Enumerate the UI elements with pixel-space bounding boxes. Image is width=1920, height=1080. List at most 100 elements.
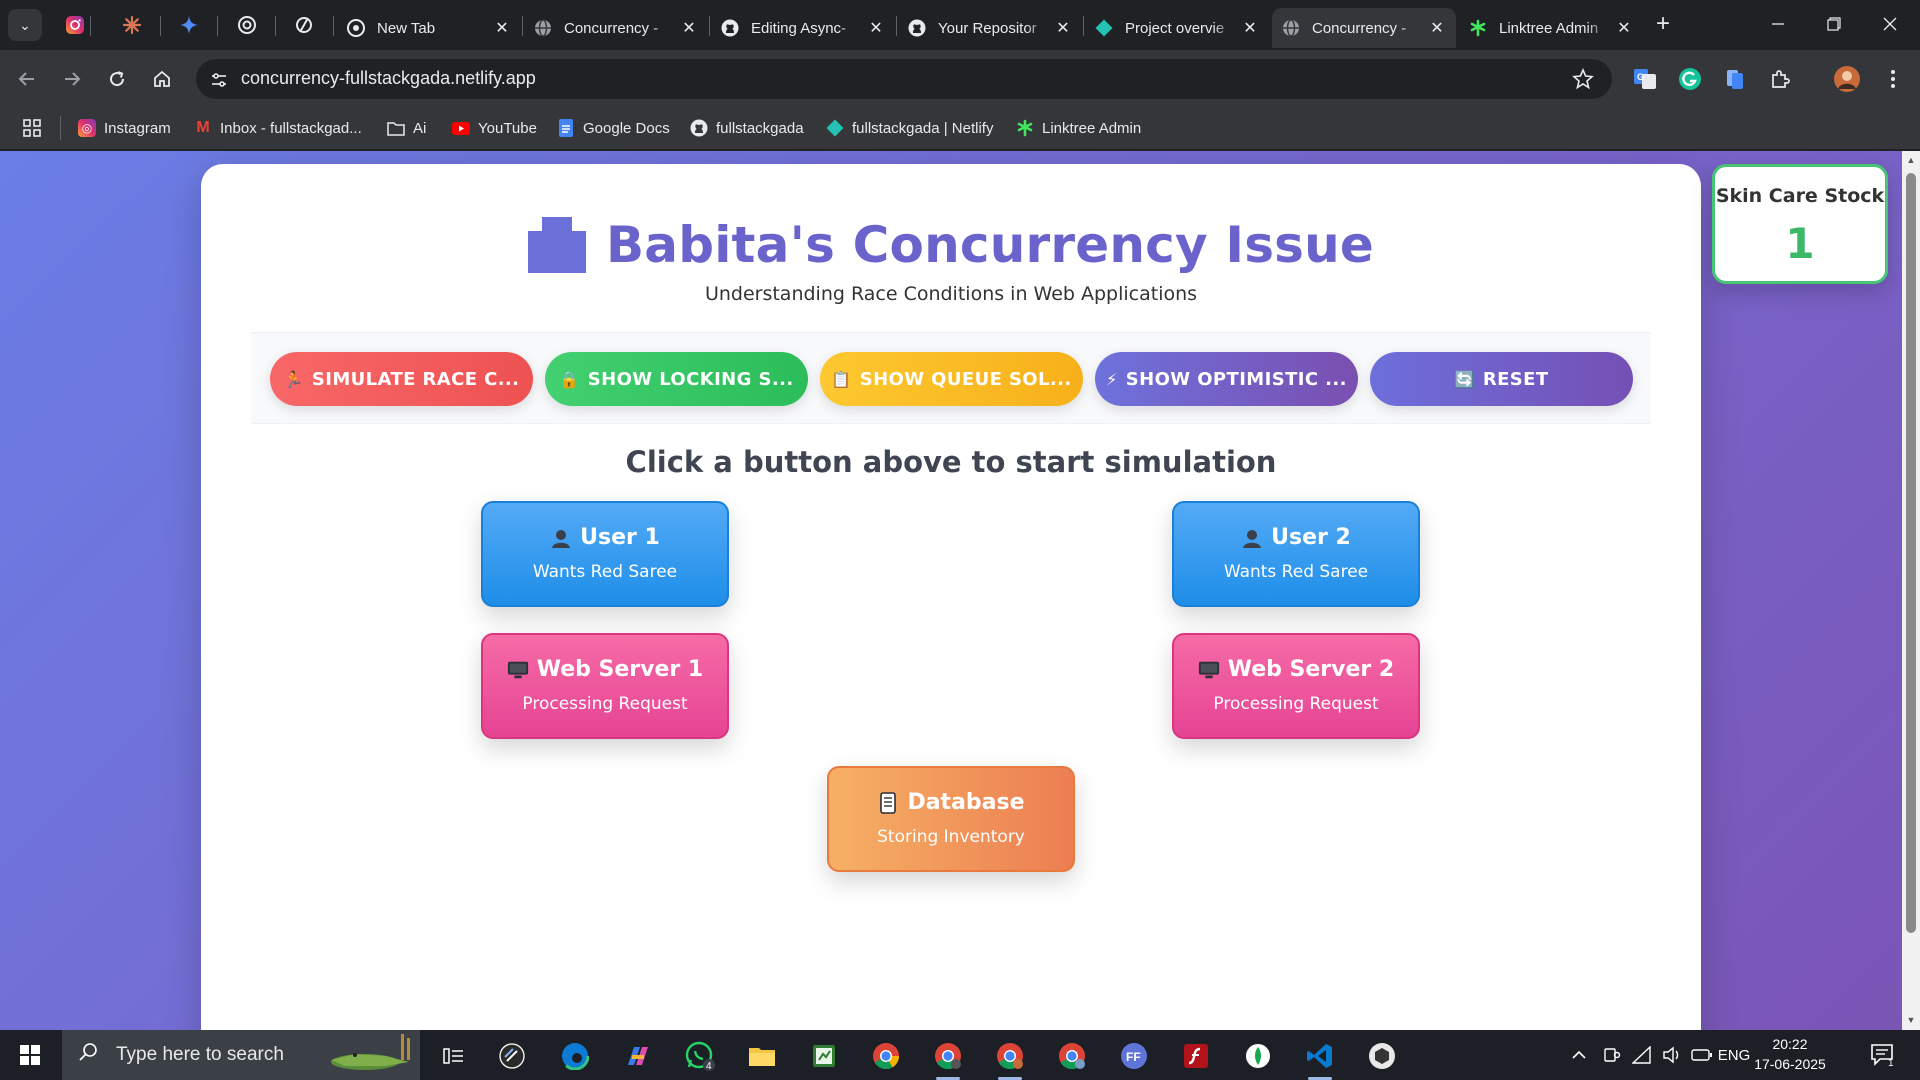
flash-player-icon[interactable] [1176,1036,1216,1076]
button-label: SHOW LOCKING S... [587,368,794,390]
tab-search-button[interactable]: ⌄ [8,9,42,41]
new-tab-button[interactable]: + [1650,12,1676,38]
network-icon[interactable] [1628,1030,1656,1080]
cube-app-icon[interactable] [1362,1036,1402,1076]
vscode-icon[interactable] [1300,1036,1340,1080]
globe-icon [534,19,552,37]
task-view-icon[interactable] [434,1036,474,1076]
sheets-app-icon[interactable] [804,1036,844,1076]
pinned-tab-claude[interactable] [117,11,147,39]
url-text[interactable]: concurrency-fullstackgada.netlify.app [241,68,536,89]
scroll-up-arrow-icon[interactable]: ▲ [1906,155,1916,165]
tab-concurrency-active[interactable]: Concurrency - ✕ [1272,8,1456,48]
show-optimistic-button[interactable]: ⚡ SHOW OPTIMISTIC ... [1095,352,1358,406]
close-icon[interactable]: ✕ [1428,18,1446,38]
chrome-profile-1-icon[interactable] [928,1036,968,1080]
screen-recorder-icon[interactable]: FF [1114,1036,1154,1076]
instagram-icon [66,16,84,34]
search-placeholder: Type here to search [116,1044,284,1065]
bookmark-label: Instagram [104,119,171,137]
start-button[interactable] [0,1030,60,1080]
bookmark-separator [60,116,61,140]
file-explorer-icon[interactable] [742,1036,782,1076]
minimize-button[interactable] [1750,0,1806,48]
pinned-tab-instagram[interactable] [60,11,90,39]
bookmark-fullstackgada-github[interactable]: fullstackgada [690,114,804,142]
system-clock[interactable]: 20:22 17-06-2025 [1750,1034,1830,1074]
device-tray-icon[interactable] [1598,1030,1626,1080]
bookmark-youtube[interactable]: YouTube [452,114,537,142]
home-button[interactable] [145,62,179,96]
restore-button[interactable] [1806,0,1862,48]
site-settings-icon[interactable] [206,67,232,93]
profile-avatar[interactable] [1832,64,1862,94]
scrollbar-thumb[interactable] [1906,173,1916,933]
simulate-race-button[interactable]: 🏃 SIMULATE RACE C... [270,352,533,406]
close-icon[interactable]: ✕ [493,18,511,38]
extensions-puzzle-icon[interactable] [1765,64,1795,94]
reload-button[interactable] [100,62,134,96]
pinned-tab-chatgpt[interactable] [232,11,262,39]
reset-button[interactable]: 🔄 RESET [1370,352,1633,406]
close-icon[interactable]: ✕ [1615,18,1633,38]
pinned-tab-gemini[interactable] [174,11,204,39]
close-icon[interactable]: ✕ [680,18,698,38]
bookmark-linktree[interactable]: Linktree Admin [1016,114,1141,142]
bookmark-star-icon[interactable] [1568,64,1598,94]
bookmark-gmail[interactable]: M Inbox - fullstackgad... [194,114,361,142]
simulation-status: Click a button above to start simulation [625,445,1277,479]
chrome-icon [347,19,365,37]
tab-concurrency[interactable]: Concurrency - ✕ [524,8,708,48]
back-button[interactable] [10,62,44,96]
forward-button[interactable] [55,62,89,96]
slash-circle-icon [296,17,312,33]
tab-editing-async[interactable]: Editing Async- ✕ [711,8,895,48]
browser-menu-icon[interactable] [1878,64,1908,94]
tab-linktree-admin[interactable]: Linktree Admin ✕ [1459,8,1643,48]
chrome-profile-3-icon[interactable] [1052,1036,1092,1076]
chrome-profile-2-icon[interactable] [990,1036,1030,1080]
pinned-tab-perplexity[interactable] [289,11,319,39]
close-icon[interactable]: ✕ [867,18,885,38]
scroll-down-arrow-icon[interactable]: ▼ [1906,1015,1916,1025]
node-subtitle: Wants Red Saree [532,562,678,582]
tab-title: New Tab [377,19,436,37]
copilot-icon[interactable] [618,1036,658,1076]
minimize-icon [1772,23,1784,25]
show-queue-button[interactable]: 📋 SHOW QUEUE SOL... [820,352,1083,406]
button-label: SHOW QUEUE SOL... [859,368,1072,390]
bookmark-netlify[interactable]: fullstackgada | Netlify [826,114,993,142]
grammarly-icon[interactable] [1675,64,1705,94]
apps-grid-icon[interactable] [20,116,44,140]
show-locking-button[interactable]: 🔒 SHOW LOCKING S... [545,352,808,406]
battery-icon[interactable] [1688,1030,1716,1080]
bookmark-google-docs[interactable]: Google Docs [557,114,670,142]
chrome-icon[interactable] [866,1036,906,1076]
language-indicator[interactable]: ENG [1718,1030,1751,1080]
show-hidden-icons-chevron-icon[interactable] [1564,1030,1594,1080]
page-viewport: Babita's Concurrency Issue Understanding… [0,151,1920,1030]
tab-title: Linktree Admin [1499,19,1599,37]
bookmark-ai-folder[interactable]: Ai [387,114,426,142]
page-subtitle: Understanding Race Conditions in Web App… [704,283,1198,305]
stock-counter: Skin Care Stock 1 [1712,164,1888,284]
close-icon[interactable]: ✕ [1241,18,1259,38]
bookmark-instagram[interactable]: ◎ Instagram [78,114,171,142]
whatsapp-icon[interactable]: 4 [680,1036,720,1076]
edge-icon[interactable] [555,1036,595,1076]
notification-center-button[interactable]: 1 [1866,1038,1900,1072]
close-window-button[interactable] [1862,0,1918,48]
tab-your-repositories[interactable]: Your Repositor ✕ [898,8,1082,48]
tab-new-tab[interactable]: New Tab ✕ [337,8,521,48]
volume-icon[interactable] [1658,1030,1686,1080]
tab-project-overview[interactable]: Project overvie ✕ [1085,8,1269,48]
close-icon[interactable]: ✕ [1054,18,1072,38]
mongodb-compass-icon[interactable] [1238,1036,1278,1076]
node-title: Database [907,790,1025,815]
bookmark-label: Linktree Admin [1042,119,1142,137]
notification-icon: 1 [1871,1044,1894,1067]
docs-extension-icon[interactable] [1720,64,1750,94]
google-translate-icon[interactable]: G [1630,64,1660,94]
pen-app-icon[interactable] [492,1036,532,1076]
page-scrollbar[interactable]: ▲ ▼ [1902,151,1920,1030]
